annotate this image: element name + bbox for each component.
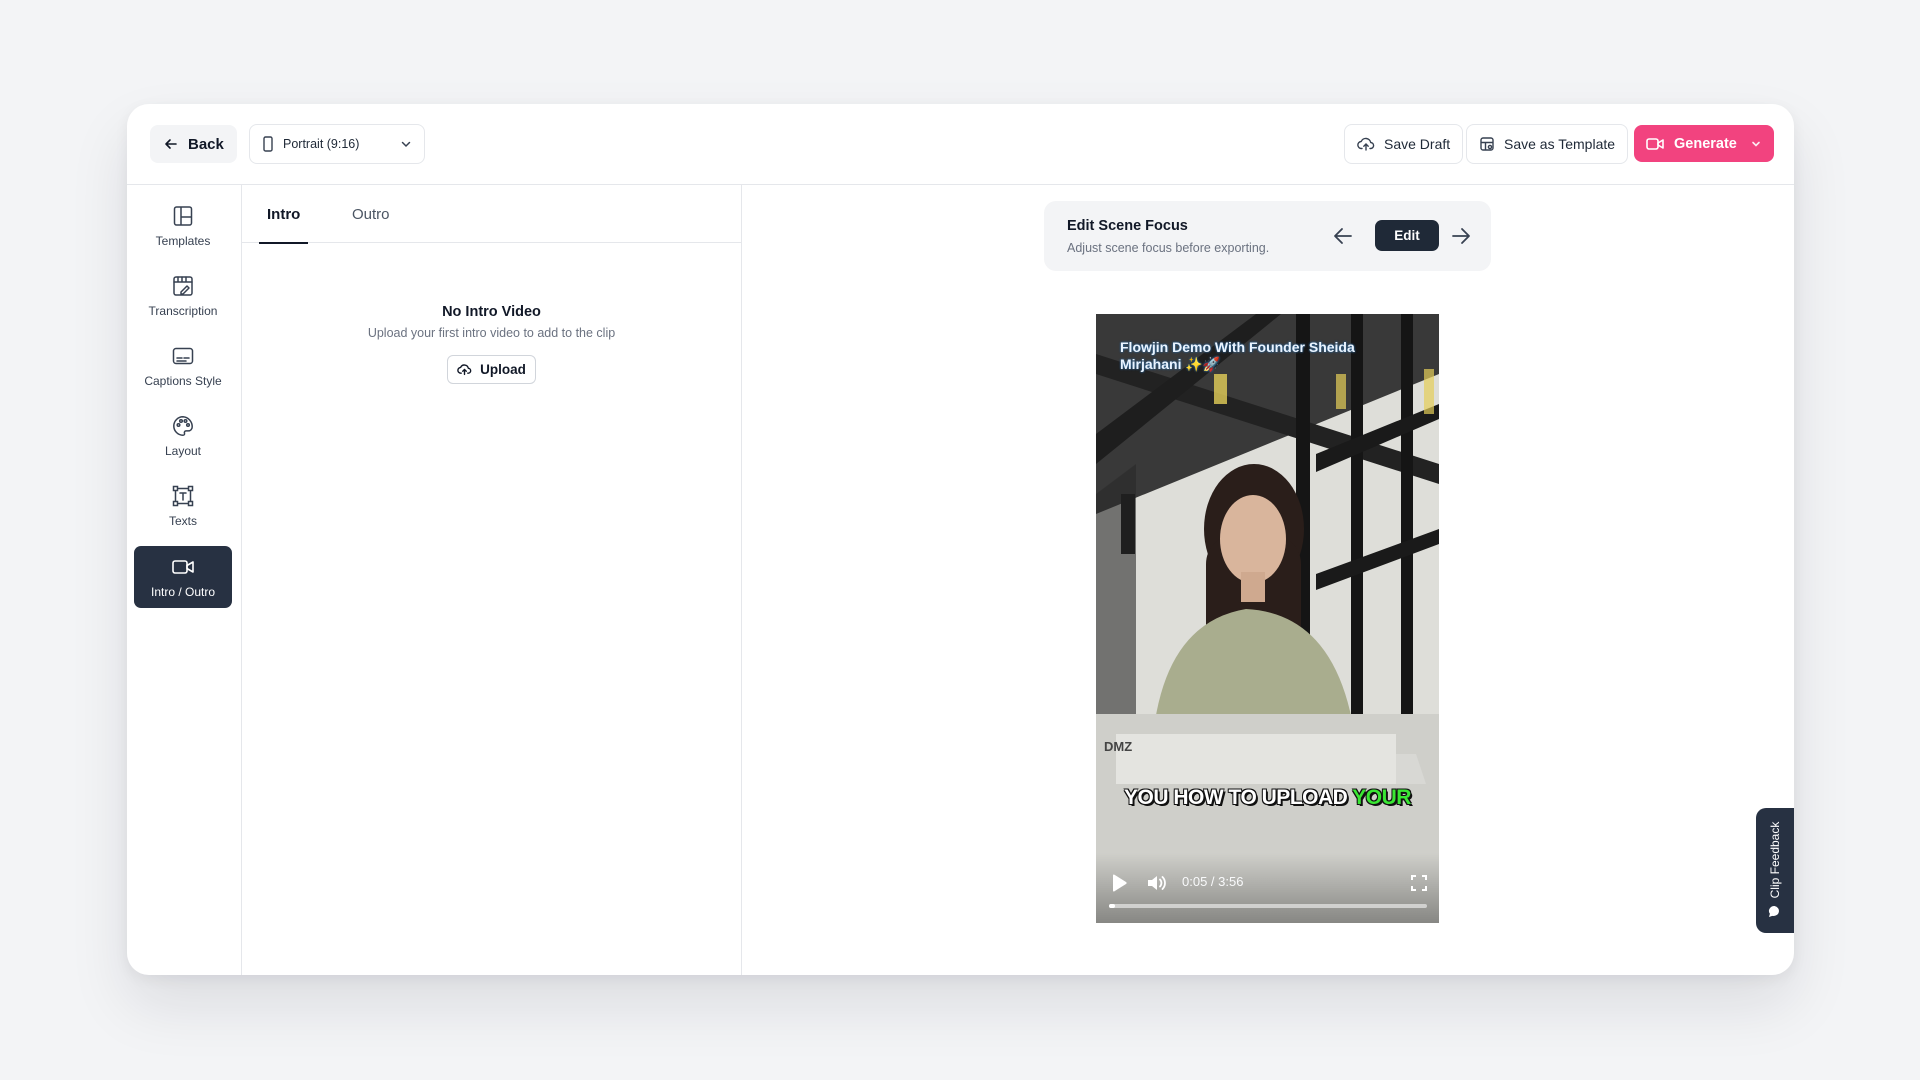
sidebar-item-texts[interactable]: Texts xyxy=(134,475,232,537)
video-progress-bar[interactable] xyxy=(1109,904,1427,908)
sidebar-item-label: Transcription xyxy=(148,304,218,318)
transcription-icon xyxy=(173,276,193,296)
caption-highlight-word: YOUR xyxy=(1352,786,1411,809)
tab-outro[interactable]: Outro xyxy=(352,185,390,243)
text-box-icon xyxy=(172,485,194,507)
sidebar-item-label: Templates xyxy=(155,234,211,248)
palette-icon xyxy=(173,416,193,436)
play-icon[interactable] xyxy=(1110,873,1128,893)
sidebar-item-label: Captions Style xyxy=(144,374,222,388)
sidebar-item-templates[interactable]: Templates xyxy=(134,195,232,257)
top-bar: Back Portrait (9:16) Save Draft Save as … xyxy=(127,104,1794,185)
cloud-upload-icon xyxy=(1357,137,1375,151)
phone-icon xyxy=(263,136,273,152)
chevron-down-icon xyxy=(401,141,411,148)
video-camera-icon xyxy=(1646,137,1664,150)
empty-state-title: No Intro Video xyxy=(442,304,541,320)
save-draft-label: Save Draft xyxy=(1384,136,1451,152)
sidebar-item-transcription[interactable]: Transcription xyxy=(134,265,232,327)
sidebar-item-label: Texts xyxy=(168,514,197,528)
sidebar-item-captions-style[interactable]: Captions Style xyxy=(134,335,232,397)
tool-sidebar: Templates Transcription Captions Style L… xyxy=(127,185,242,975)
cloud-upload-icon xyxy=(457,364,472,376)
preview-area: Edit Scene Focus Adjust scene focus befo… xyxy=(742,185,1794,975)
chat-bubble-icon xyxy=(1768,905,1779,917)
sidebar-item-intro-outro[interactable]: Intro / Outro xyxy=(134,546,232,608)
aspect-ratio-select[interactable]: Portrait (9:16) xyxy=(249,124,425,164)
video-time: 0:05 / 3:56 xyxy=(1182,874,1244,889)
arrow-left-icon xyxy=(1334,228,1352,244)
tab-label: Intro xyxy=(267,205,301,223)
video-frame: DMZ xyxy=(1096,314,1439,923)
tab-label: Outro xyxy=(352,205,390,223)
captions-icon xyxy=(172,347,194,365)
save-template-label: Save as Template xyxy=(1504,136,1616,152)
edit-label: Edit xyxy=(1394,228,1420,243)
chevron-down-icon[interactable] xyxy=(1750,138,1762,150)
scene-focus-title: Edit Scene Focus xyxy=(1067,218,1188,234)
sidebar-item-label: Intro / Outro xyxy=(150,585,216,599)
video-player[interactable]: DMZ Flowjin Demo With Founder Sheida Mir… xyxy=(1096,314,1439,923)
fullscreen-icon[interactable] xyxy=(1411,875,1427,891)
scene-focus-subtitle: Adjust scene focus before exporting. xyxy=(1067,241,1270,255)
arrow-left-icon xyxy=(165,139,177,149)
arrow-right-icon xyxy=(1452,228,1470,244)
empty-state: No Intro Video Upload your first intro v… xyxy=(242,304,741,384)
app-window: Back Portrait (9:16) Save Draft Save as … xyxy=(127,104,1794,975)
clip-feedback-button[interactable]: Clip Feedback xyxy=(1756,808,1794,933)
clip-feedback-label: Clip Feedback xyxy=(1768,821,1782,899)
back-label: Back xyxy=(188,135,224,153)
video-controls: 0:05 / 3:56 xyxy=(1096,853,1439,923)
edit-button[interactable]: Edit xyxy=(1375,220,1439,251)
generate-button[interactable]: Generate xyxy=(1634,125,1774,162)
panel-tabs: Intro Outro xyxy=(242,185,741,244)
upload-label: Upload xyxy=(480,362,526,377)
next-scene-button[interactable] xyxy=(1448,223,1474,249)
templates-icon xyxy=(173,206,193,226)
video-caption: YOU HOW TO UPLOAD YOUR xyxy=(1096,786,1439,810)
video-camera-icon xyxy=(172,560,194,574)
back-button[interactable]: Back xyxy=(150,125,237,163)
save-as-template-button[interactable]: Save as Template xyxy=(1466,124,1629,164)
svg-text:DMZ: DMZ xyxy=(1104,739,1132,754)
generate-label: Generate xyxy=(1674,135,1737,152)
previous-scene-button[interactable] xyxy=(1330,223,1356,249)
intro-outro-panel: Intro Outro No Intro Video Upload your f… xyxy=(242,185,742,975)
save-draft-button[interactable]: Save Draft xyxy=(1344,124,1464,164)
tab-intro[interactable]: Intro xyxy=(258,185,309,244)
template-save-icon xyxy=(1480,137,1494,151)
scene-focus-card: Edit Scene Focus Adjust scene focus befo… xyxy=(1044,201,1491,271)
sidebar-item-label: Layout xyxy=(164,444,202,458)
sidebar-item-layout[interactable]: Layout xyxy=(134,405,232,467)
caption-text: YOU HOW TO UPLOAD xyxy=(1124,786,1348,809)
upload-button[interactable]: Upload xyxy=(447,355,536,384)
video-progress-fill xyxy=(1109,904,1116,908)
video-overlay-title: Flowjin Demo With Founder Sheida Mirjaha… xyxy=(1120,339,1355,372)
volume-icon[interactable] xyxy=(1146,873,1168,893)
aspect-ratio-label: Portrait (9:16) xyxy=(283,137,360,151)
empty-state-subtitle: Upload your first intro video to add to … xyxy=(367,326,616,340)
